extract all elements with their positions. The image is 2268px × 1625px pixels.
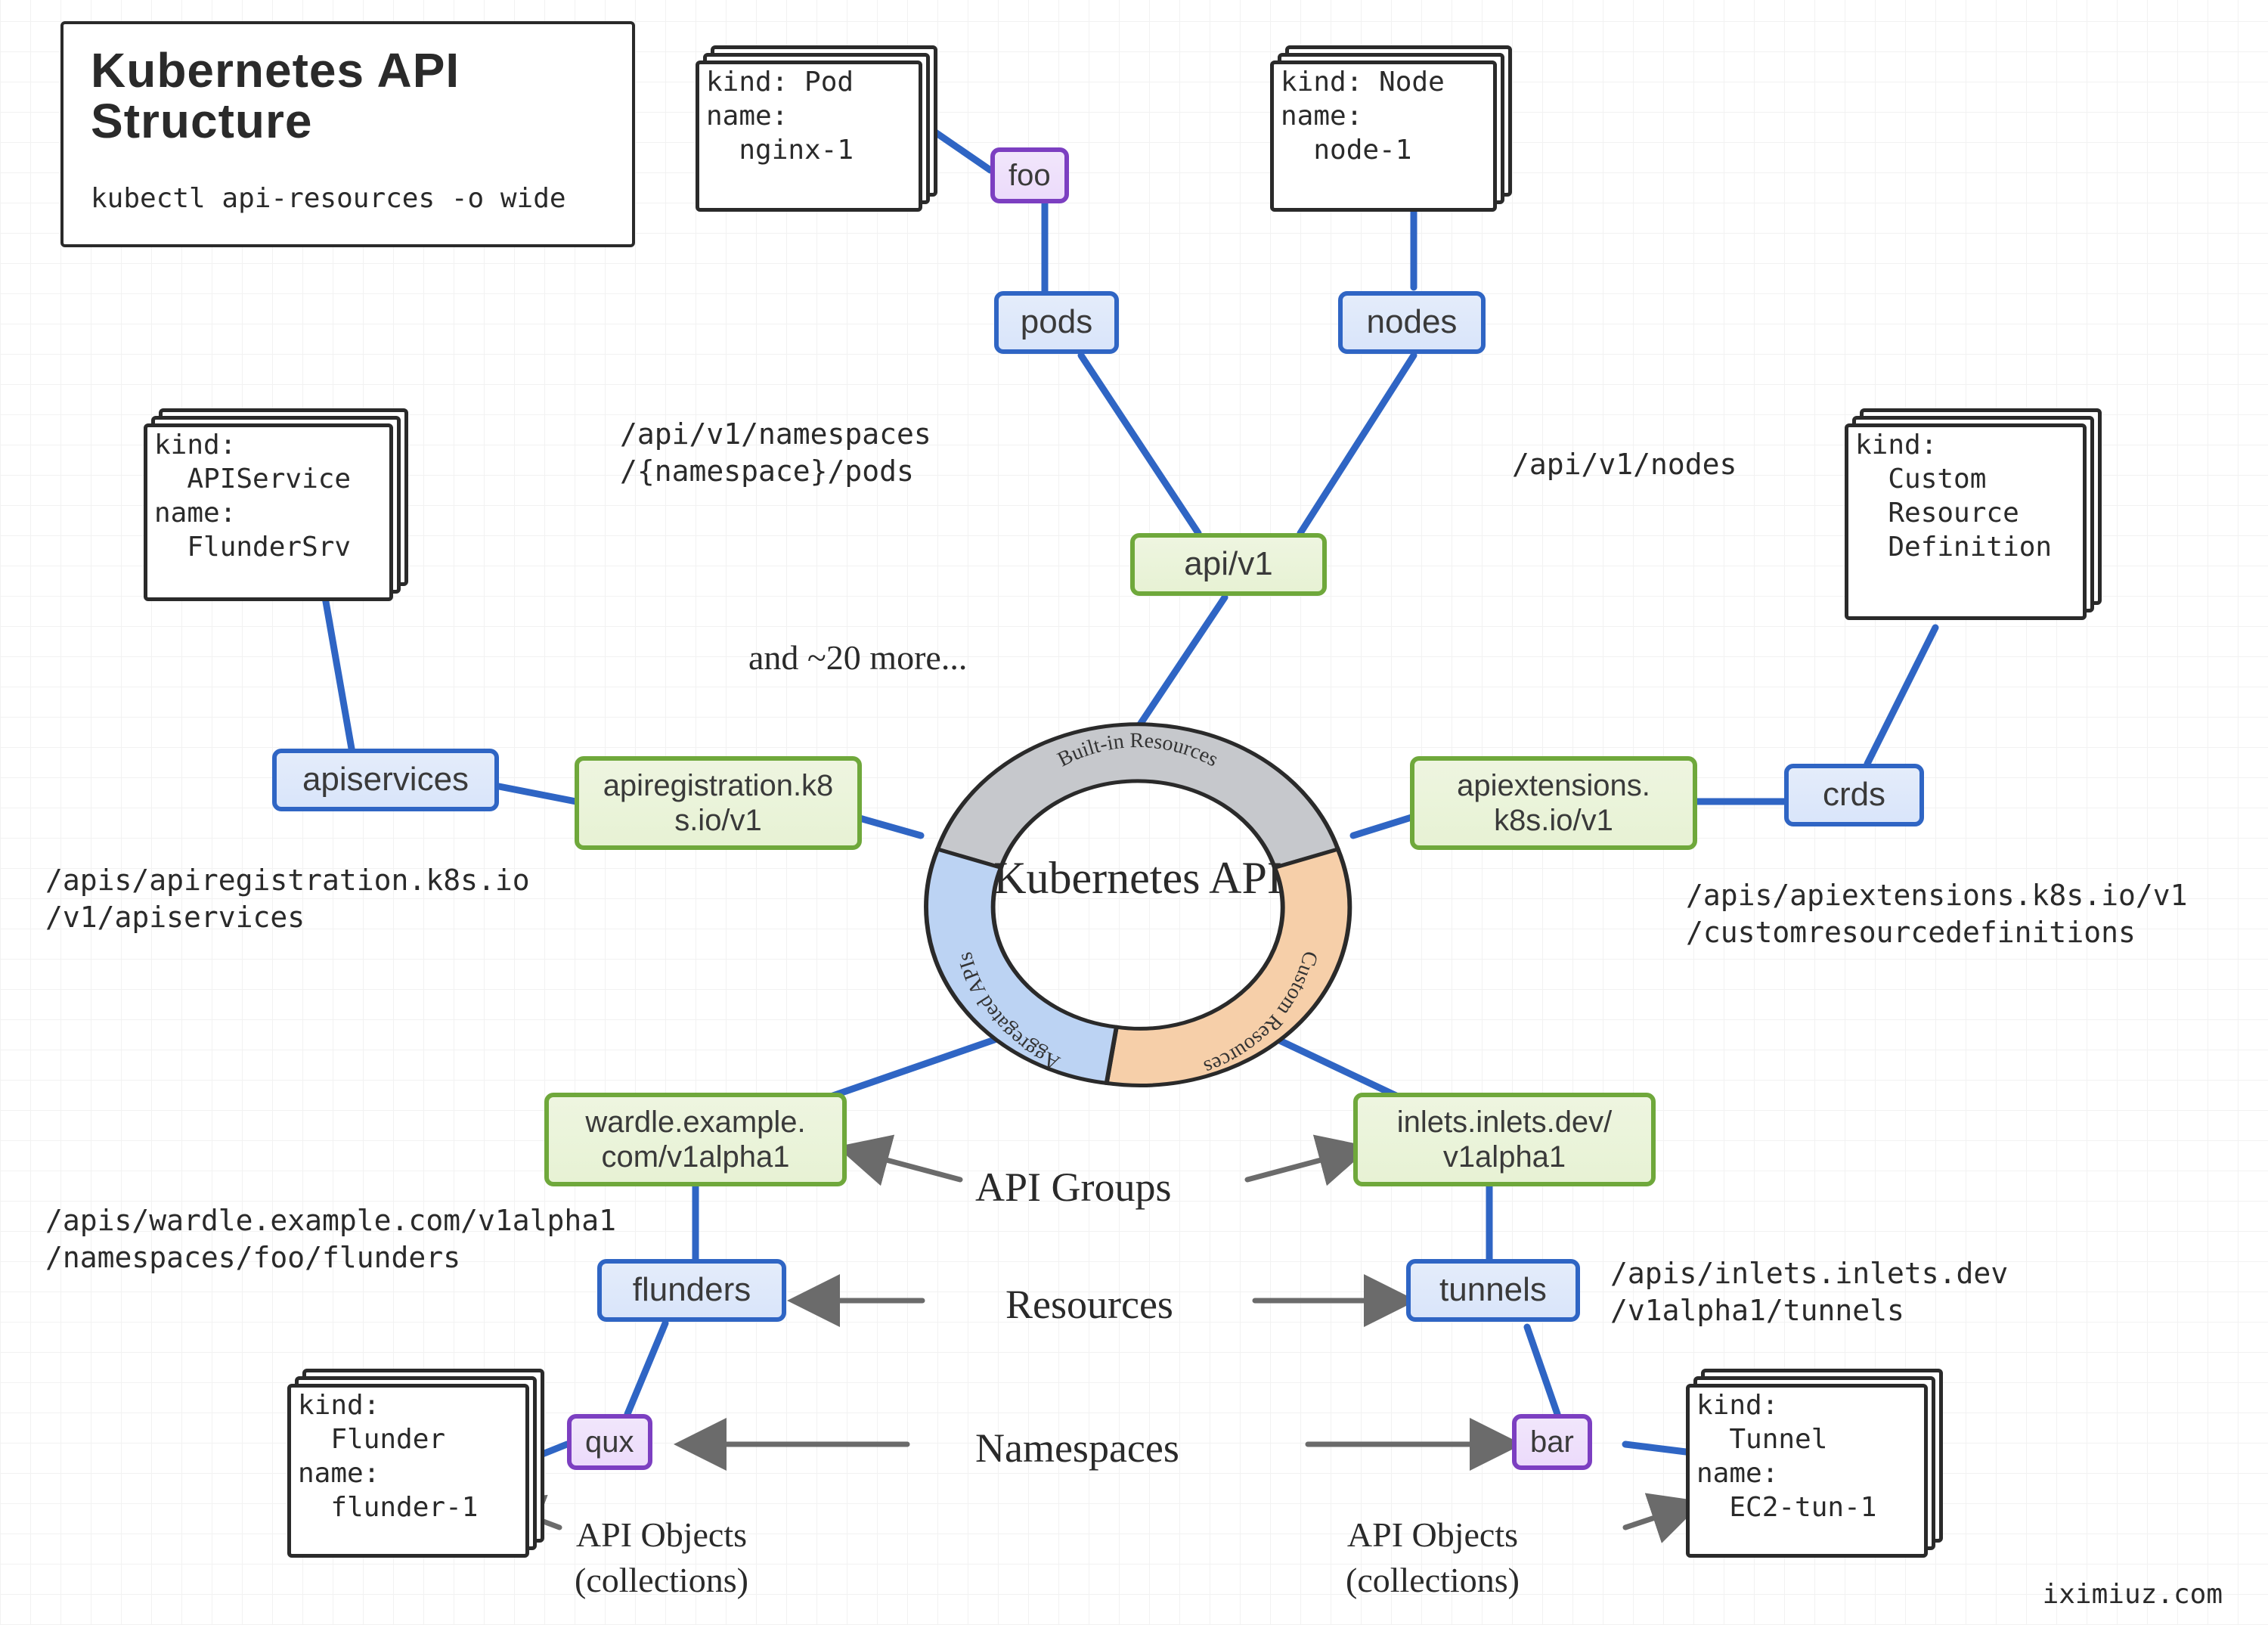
- path-crds: /apis/apiextensions.k8s.io/v1 /customres…: [1686, 877, 2187, 952]
- title-heading: Kubernetes API Structure: [91, 45, 605, 147]
- object-pod: kind: Pod name: nginx-1: [696, 60, 922, 212]
- note-api-objects-right: API Objects (collections): [1346, 1512, 1520, 1603]
- note-api-groups: API Groups: [975, 1161, 1172, 1214]
- object-tunnel: kind: Tunnel name: EC2-tun-1: [1686, 1384, 1928, 1558]
- object-apiservice-text: kind: APIService name: FlunderSrv: [154, 428, 386, 564]
- title-card: Kubernetes API Structure kubectl api-res…: [60, 21, 635, 247]
- group-wardle: wardle.example. com/v1alpha1: [544, 1093, 847, 1186]
- group-core: api/v1: [1130, 533, 1327, 596]
- path-pods: /api/v1/namespaces /{namespace}/pods: [620, 416, 931, 491]
- namespace-foo: foo: [990, 147, 1069, 203]
- object-flunder-text: kind: Flunder name: flunder-1: [298, 1388, 522, 1524]
- note-api-objects-left: API Objects (collections): [575, 1512, 748, 1603]
- object-node: kind: Node name: node-1: [1270, 60, 1497, 212]
- ring-title: Kubernetes API: [915, 854, 1361, 902]
- path-wardle: /apis/wardle.example.com/v1alpha1 /names…: [45, 1202, 616, 1277]
- group-apireg: apiregistration.k8 s.io/v1: [575, 756, 862, 850]
- resource-pods: pods: [994, 291, 1119, 354]
- title-command: kubectl api-resources -o wide: [91, 183, 605, 214]
- object-crd: kind: Custom Resource Definition: [1845, 423, 2087, 620]
- resource-apiservices: apiservices: [272, 749, 499, 811]
- object-crd-text: kind: Custom Resource Definition: [1855, 428, 2079, 564]
- path-nodes: /api/v1/nodes: [1512, 446, 1737, 483]
- object-pod-text: kind: Pod name: nginx-1: [706, 65, 915, 167]
- object-node-text: kind: Node name: node-1: [1281, 65, 1489, 167]
- object-flunder: kind: Flunder name: flunder-1: [287, 1384, 529, 1558]
- note-namespaces: Namespaces: [975, 1422, 1179, 1475]
- object-tunnel-text: kind: Tunnel name: EC2-tun-1: [1696, 1388, 1920, 1524]
- center-ring: Built-in Resources Custom Resources Aggr…: [915, 718, 1361, 1096]
- path-apiservices: /apis/apiregistration.k8s.io /v1/apiserv…: [45, 862, 530, 937]
- object-apiservice: kind: APIService name: FlunderSrv: [144, 423, 393, 601]
- path-inlets: /apis/inlets.inlets.dev /v1alpha1/tunnel…: [1610, 1255, 2008, 1330]
- note-resources: Resources: [1005, 1278, 1173, 1331]
- note-and-more: and ~20 more...: [748, 635, 967, 681]
- resource-flunders: flunders: [597, 1259, 786, 1322]
- resource-tunnels: tunnels: [1406, 1259, 1580, 1322]
- group-apiext: apiextensions. k8s.io/v1: [1410, 756, 1697, 850]
- namespace-bar: bar: [1512, 1414, 1592, 1470]
- resource-crds: crds: [1784, 764, 1924, 826]
- credit: iximiuz.com: [2043, 1579, 2223, 1610]
- namespace-qux: qux: [567, 1414, 652, 1470]
- group-inlets: inlets.inlets.dev/ v1alpha1: [1353, 1093, 1656, 1186]
- resource-nodes: nodes: [1338, 291, 1486, 354]
